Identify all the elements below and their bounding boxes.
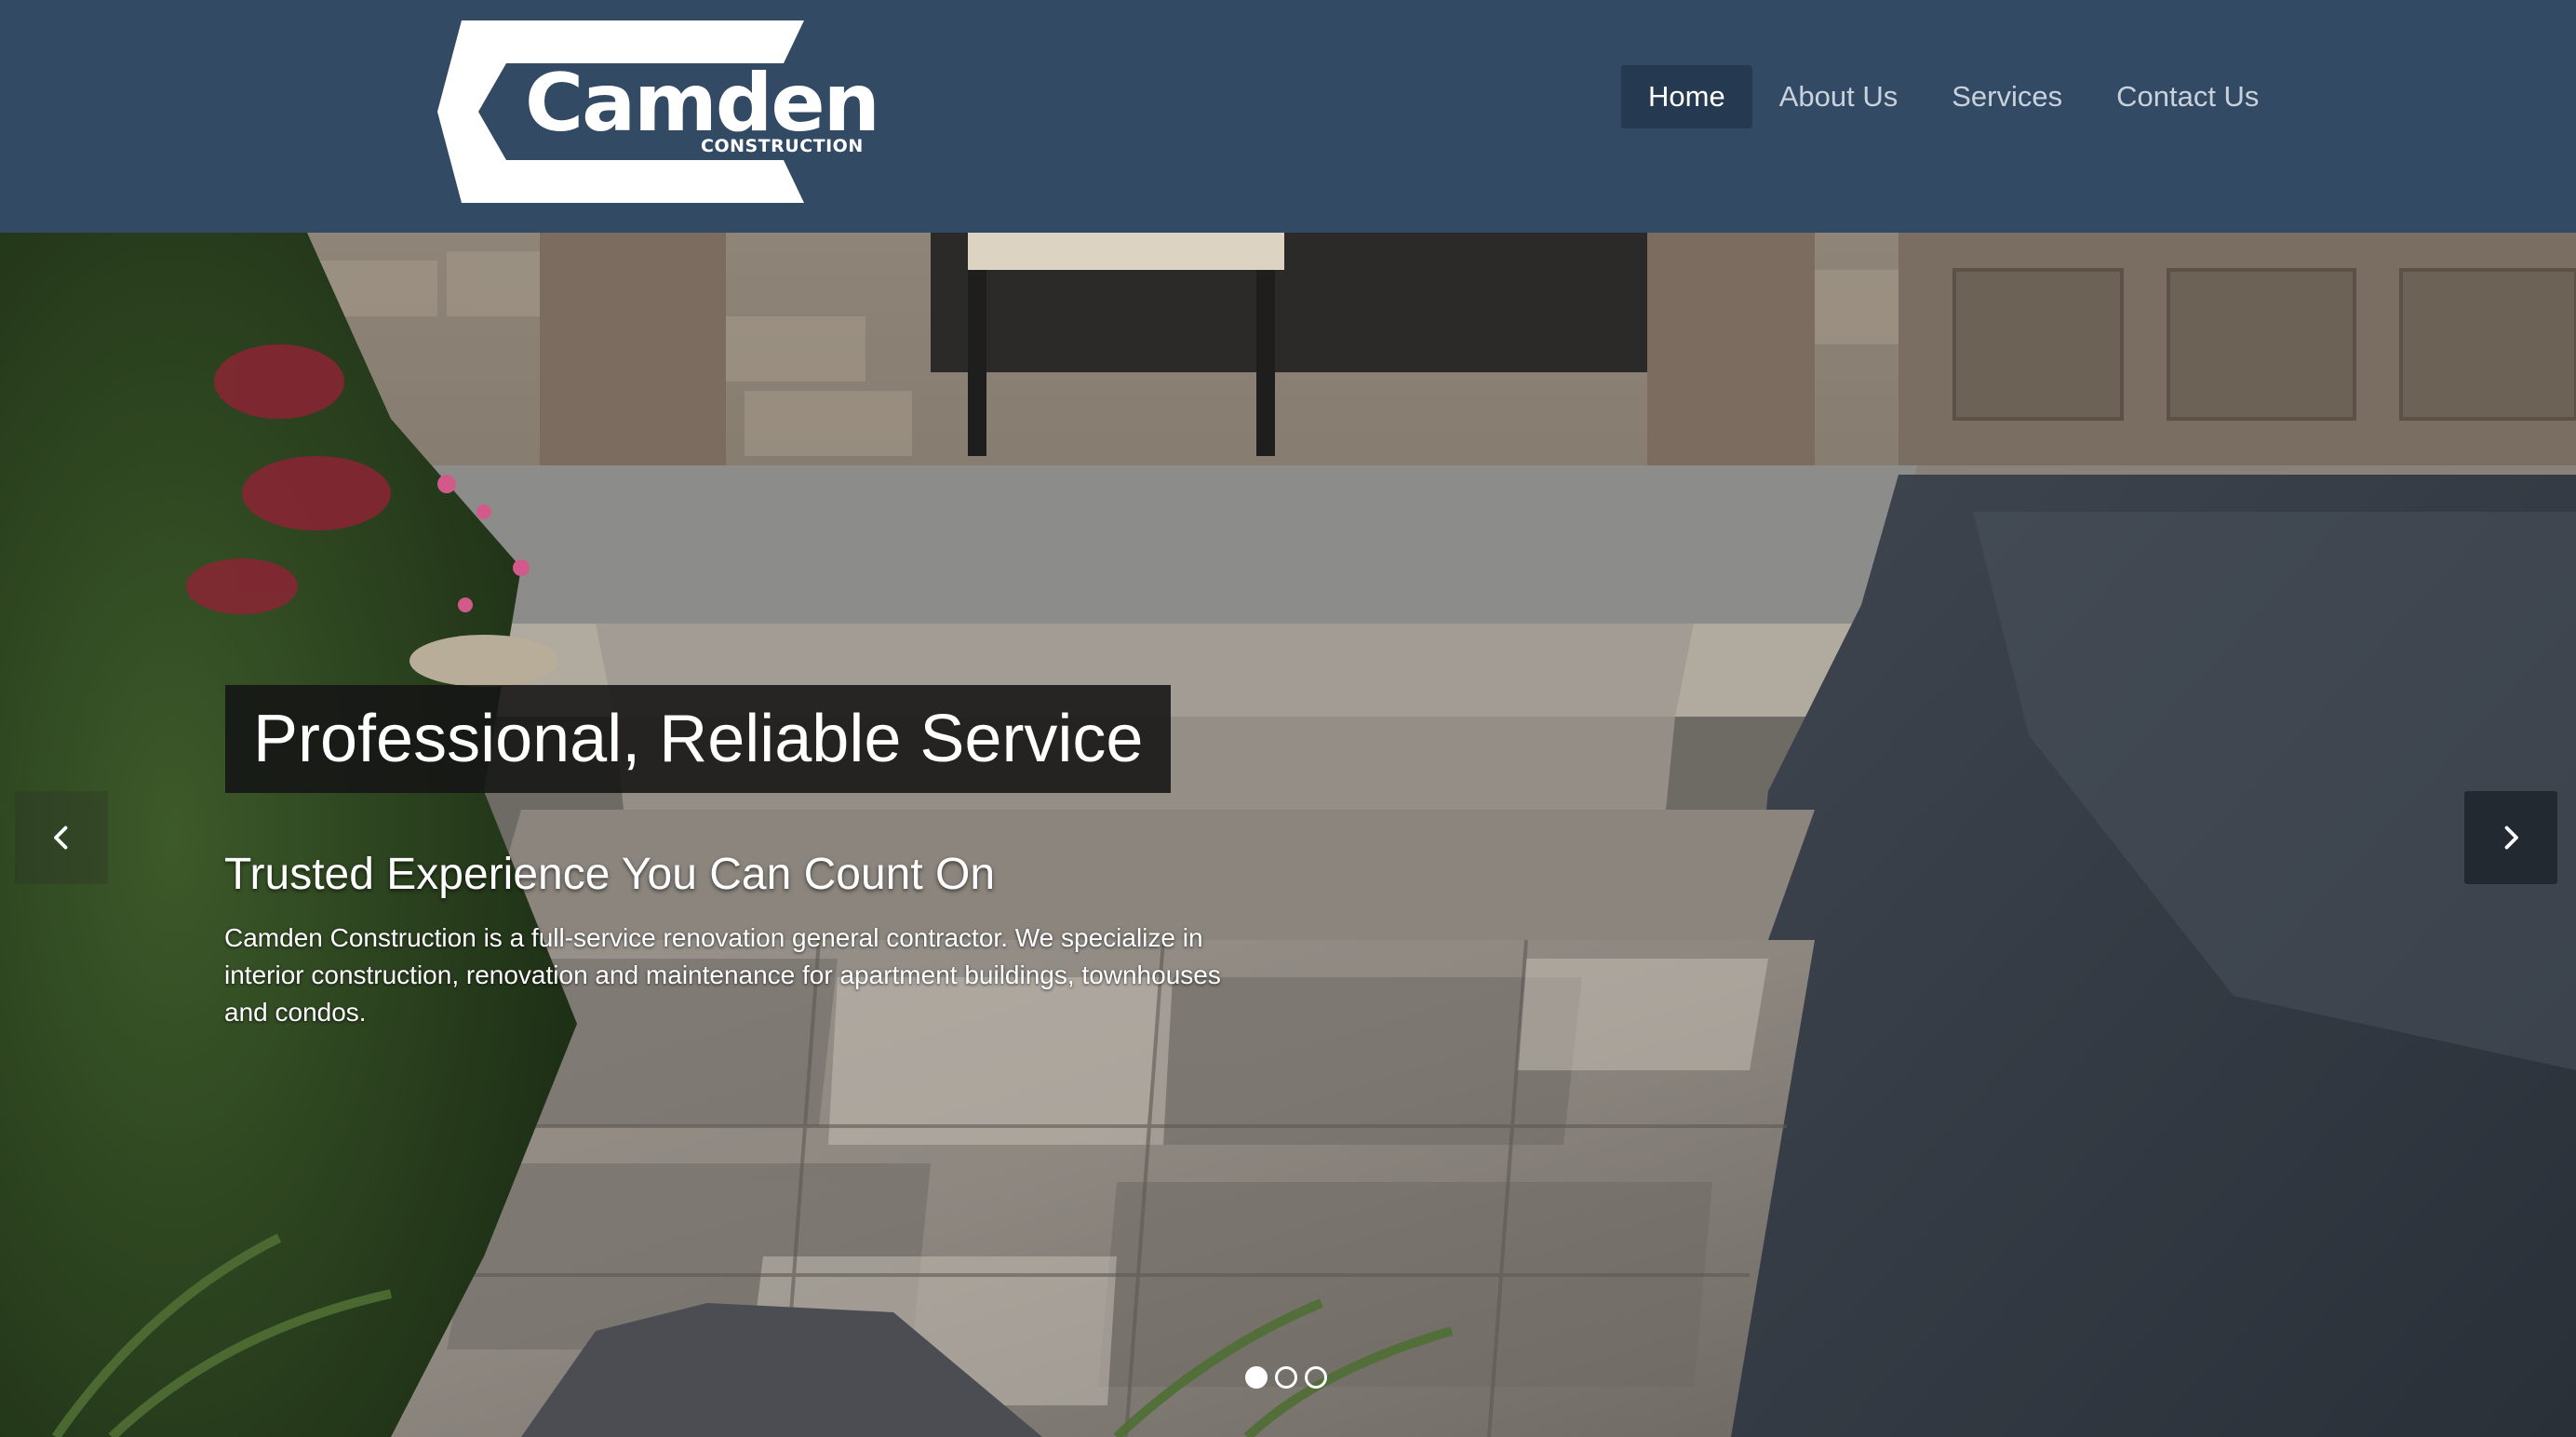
hero-background-photo <box>0 233 2576 1437</box>
nav-item-services[interactable]: Services <box>1925 65 2089 128</box>
main-nav: Home About Us Services Contact Us <box>1621 65 2286 128</box>
nav-item-home[interactable]: Home <box>1621 65 1752 128</box>
camden-logo[interactable]: Camden CONSTRUCTION <box>437 20 880 203</box>
hero-title: Professional, Reliable Service <box>253 702 1144 776</box>
carousel-indicator-2[interactable] <box>1275 1366 1297 1389</box>
nav-item-about-us[interactable]: About Us <box>1752 65 1925 128</box>
hero-carousel: Professional, Reliable Service Trusted E… <box>0 233 2576 1437</box>
nav-item-contact-us[interactable]: Contact Us <box>2089 65 2286 128</box>
hero-description: Camden Construction is a full-service re… <box>224 923 1221 1027</box>
hero-subtitle: Trusted Experience You Can Count On <box>224 850 996 899</box>
logo-subtitle: CONSTRUCTION <box>701 136 864 156</box>
carousel-indicators <box>1245 1366 1327 1389</box>
site-header: Camden CONSTRUCTION Home About Us Servic… <box>0 0 2576 233</box>
chevron-left-icon <box>54 826 68 850</box>
carousel-prev-button[interactable] <box>15 791 108 884</box>
carousel-indicator-1[interactable] <box>1245 1366 1268 1389</box>
carousel-indicator-3[interactable] <box>1305 1366 1327 1389</box>
chevron-right-icon <box>2504 826 2518 850</box>
carousel-next-button[interactable] <box>2464 791 2557 884</box>
logo-wordmark: Camden <box>525 57 880 150</box>
hero-title-box: Professional, Reliable Service <box>225 685 1172 793</box>
